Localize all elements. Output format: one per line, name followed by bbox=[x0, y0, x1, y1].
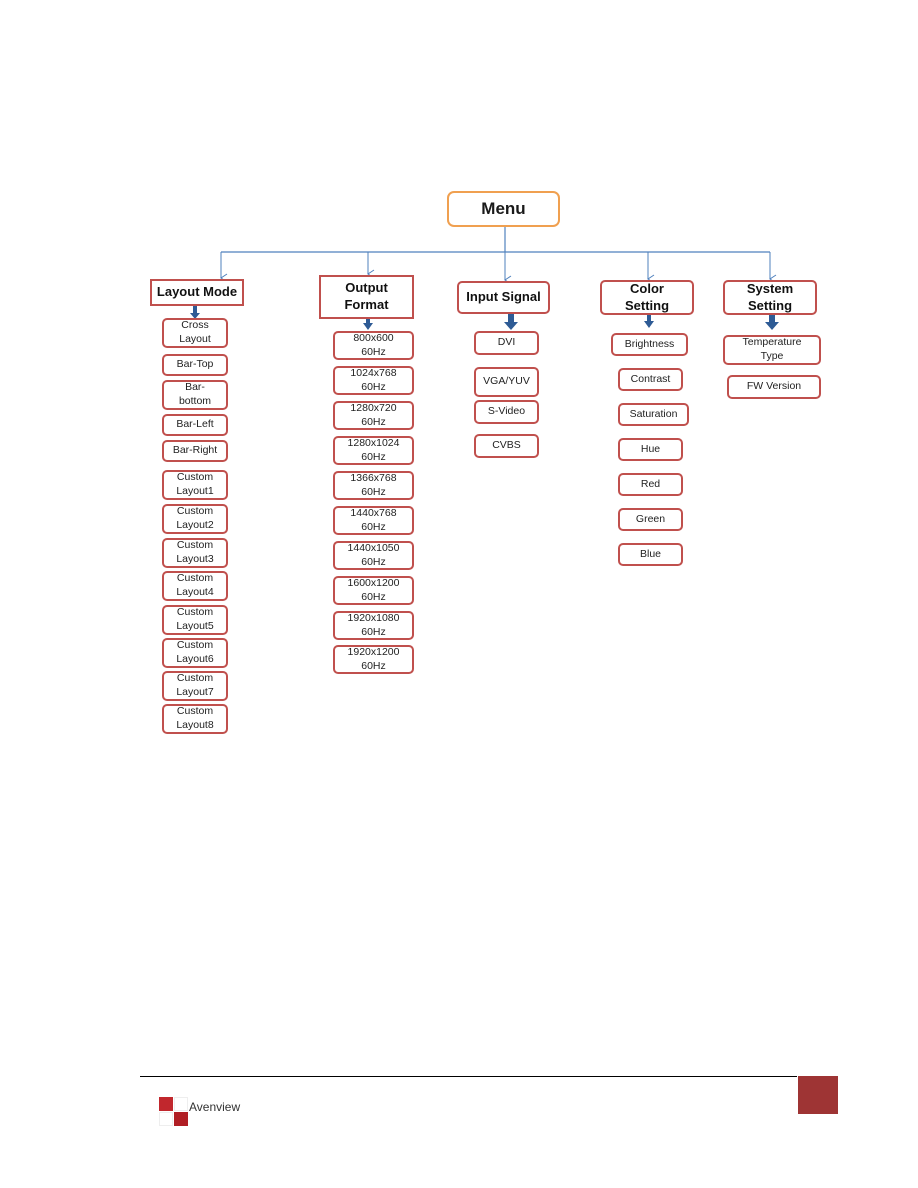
connector-lines bbox=[190, 225, 779, 330]
system-setting-item: Temperature Type bbox=[723, 335, 821, 365]
layout-mode-item: Bar- bottom bbox=[162, 380, 228, 410]
color-setting-item: Hue bbox=[618, 438, 683, 461]
output-format-item: 800x600 60Hz bbox=[333, 331, 414, 360]
category-system-setting: System Setting bbox=[723, 280, 817, 315]
layout-mode-item: Custom Layout8 bbox=[162, 704, 228, 734]
color-setting-item: Blue bbox=[618, 543, 683, 566]
down-arrow-output-format bbox=[363, 318, 373, 330]
layout-mode-item: Custom Layout5 bbox=[162, 605, 228, 635]
layout-mode-item: Custom Layout6 bbox=[162, 638, 228, 668]
avenview-logo: Avenview bbox=[150, 1085, 250, 1133]
input-signal-item: S-Video bbox=[474, 400, 539, 424]
color-setting-item: Saturation bbox=[618, 403, 689, 426]
category-output-format: Output Format bbox=[319, 275, 414, 319]
logo-square-white-bottom bbox=[159, 1112, 173, 1126]
input-signal-item: DVI bbox=[474, 331, 539, 355]
down-arrow-color-setting bbox=[644, 314, 654, 328]
input-signal-item: VGA/YUV bbox=[474, 367, 539, 397]
output-format-item: 1600x1200 60Hz bbox=[333, 576, 414, 605]
layout-mode-item: Custom Layout7 bbox=[162, 671, 228, 701]
layout-mode-item: Bar-Top bbox=[162, 354, 228, 376]
category-input-signal: Input Signal bbox=[457, 281, 550, 314]
page-number-block bbox=[798, 1076, 838, 1114]
system-setting-item: FW Version bbox=[727, 375, 821, 399]
output-format-item: 1024x768 60Hz bbox=[333, 366, 414, 395]
color-setting-item: Brightness bbox=[611, 333, 688, 356]
output-format-item: 1440x1050 60Hz bbox=[333, 541, 414, 570]
output-format-item: 1366x768 60Hz bbox=[333, 471, 414, 500]
color-setting-item: Green bbox=[618, 508, 683, 531]
layout-mode-item: Custom Layout3 bbox=[162, 538, 228, 568]
category-layout-mode: Layout Mode bbox=[150, 279, 244, 306]
layout-mode-item: Bar-Right bbox=[162, 440, 228, 462]
logo-square-red-bottom bbox=[174, 1112, 188, 1126]
menu-root-node: Menu bbox=[447, 191, 560, 227]
output-format-item: 1920x1080 60Hz bbox=[333, 611, 414, 640]
layout-mode-item: Bar-Left bbox=[162, 414, 228, 436]
output-format-item: 1280x1024 60Hz bbox=[333, 436, 414, 465]
layout-mode-item: Cross Layout bbox=[162, 318, 228, 348]
output-format-item: 1440x768 60Hz bbox=[333, 506, 414, 535]
footer-rule bbox=[140, 1076, 797, 1077]
brand-name: Avenview bbox=[189, 1100, 241, 1114]
category-color-setting: Color Setting bbox=[600, 280, 694, 315]
down-arrow-system-setting bbox=[765, 314, 779, 330]
logo-square-red-top bbox=[159, 1097, 173, 1111]
layout-mode-item: Custom Layout2 bbox=[162, 504, 228, 534]
logo-square-white-top bbox=[174, 1097, 188, 1111]
output-format-item: 1920x1200 60Hz bbox=[333, 645, 414, 674]
layout-mode-item: Custom Layout1 bbox=[162, 470, 228, 500]
down-arrow-input-signal bbox=[504, 314, 518, 330]
color-setting-item: Contrast bbox=[618, 368, 683, 391]
output-format-item: 1280x720 60Hz bbox=[333, 401, 414, 430]
color-setting-item: Red bbox=[618, 473, 683, 496]
input-signal-item: CVBS bbox=[474, 434, 539, 458]
layout-mode-item: Custom Layout4 bbox=[162, 571, 228, 601]
